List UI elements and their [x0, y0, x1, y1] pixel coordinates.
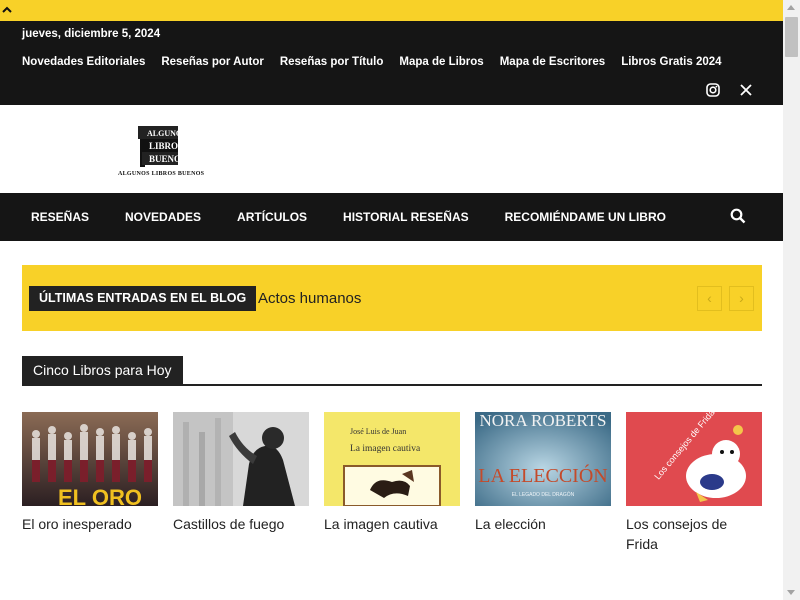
cover-text: LA ELECCIÓN [478, 463, 607, 487]
cover-subtitle: EL LEGADO DEL DRAGÓN [512, 491, 575, 498]
top-link-mapa-de-libros[interactable]: Mapa de Libros [399, 56, 483, 68]
book-cover[interactable]: EL ORO [22, 412, 158, 506]
cover-author: NORA ROBERTS [480, 412, 607, 430]
ticker-label: ÚLTIMAS ENTRADAS EN EL BLOG [29, 286, 257, 311]
top-link-mapa-de-escritores[interactable]: Mapa de Escritores [500, 56, 605, 68]
top-links: Novedades Editoriales Reseñas por Autor … [22, 56, 722, 68]
book-title[interactable]: La imagen cautiva [324, 514, 460, 534]
search-icon[interactable] [730, 208, 746, 224]
ticker-current-post[interactable]: Actos humanos [258, 290, 361, 307]
top-link-resenas-por-autor[interactable]: Reseñas por Autor [161, 56, 263, 68]
cover-author: José Luis de Juan [350, 427, 406, 436]
nav-item-historial-resenas[interactable]: HISTORIAL RESEÑAS [334, 210, 478, 224]
vertical-scrollbar[interactable] [783, 0, 800, 600]
logo-area: ALGUNOS LIBROS BUENOS ALGUNOS LIBROS BUE… [0, 105, 783, 193]
top-link-resenas-por-titulo[interactable]: Reseñas por Título [280, 56, 384, 68]
ticker-next-button[interactable]: › [729, 286, 754, 311]
section-header: Cinco Libros para Hoy [22, 356, 762, 386]
top-header: jueves, diciembre 5, 2024 Novedades Edit… [0, 21, 783, 105]
book-cover[interactable] [173, 412, 309, 506]
book-cover[interactable]: Los consejos de Frida [626, 412, 762, 506]
x-twitter-icon[interactable] [739, 83, 753, 97]
book-title[interactable]: El oro inesperado [22, 514, 158, 534]
main-nav: RESEÑAS NOVEDADES ARTÍCULOS HISTORIAL RE… [0, 193, 783, 241]
book-cover[interactable]: José Luis de Juan La imagen cautiva [324, 412, 460, 506]
instagram-icon[interactable] [706, 83, 720, 97]
book-title[interactable]: Castillos de fuego [173, 514, 309, 534]
section-title: Cinco Libros para Hoy [22, 356, 183, 384]
scrollbar-thumb[interactable] [785, 17, 798, 57]
logo-caption: ALGUNOS LIBROS BUENOS [118, 171, 205, 177]
current-date: jueves, diciembre 5, 2024 [22, 28, 161, 40]
svg-text:BUENOS: BUENOS [149, 154, 186, 164]
chevron-up-icon[interactable] [2, 5, 12, 15]
book-card[interactable]: Los consejos de Frida Los consejos de Fr… [626, 412, 762, 554]
cover-text: EL ORO [58, 485, 142, 506]
book-title[interactable]: La elección [475, 514, 611, 534]
svg-text:ALGUNOS: ALGUNOS [147, 129, 187, 138]
book-card[interactable]: NORA ROBERTS LA ELECCIÓN EL LEGADO DEL D… [475, 412, 611, 534]
nav-item-recomiendame[interactable]: RECOMIÉNDAME UN LIBRO [496, 210, 675, 224]
nav-item-resenas[interactable]: RESEÑAS [22, 210, 98, 224]
nav-item-novedades[interactable]: NOVEDADES [116, 210, 210, 224]
scroll-down-arrow-icon[interactable] [787, 590, 795, 595]
cover-text: La imagen cautiva [350, 444, 421, 454]
top-link-novedades-editoriales[interactable]: Novedades Editoriales [22, 56, 145, 68]
book-card[interactable]: Castillos de fuego [173, 412, 309, 534]
scroll-up-arrow-icon[interactable] [787, 5, 795, 10]
book-card[interactable]: EL ORO El oro inesperado [22, 412, 158, 534]
book-cover[interactable]: NORA ROBERTS LA ELECCIÓN EL LEGADO DEL D… [475, 412, 611, 506]
top-bar [0, 0, 783, 21]
latest-posts-ticker: ÚLTIMAS ENTRADAS EN EL BLOG Actos humano… [22, 265, 762, 331]
chevron-left-icon: ‹ [707, 290, 712, 306]
book-card[interactable]: José Luis de Juan La imagen cautiva La i… [324, 412, 460, 534]
nav-item-articulos[interactable]: ARTÍCULOS [228, 210, 316, 224]
book-title[interactable]: Los consejos de Frida [626, 514, 762, 554]
chevron-right-icon: › [739, 290, 744, 306]
svg-text:LIBROS: LIBROS [149, 141, 183, 151]
top-link-libros-gratis[interactable]: Libros Gratis 2024 [621, 56, 721, 68]
ticker-prev-button[interactable]: ‹ [697, 286, 722, 311]
